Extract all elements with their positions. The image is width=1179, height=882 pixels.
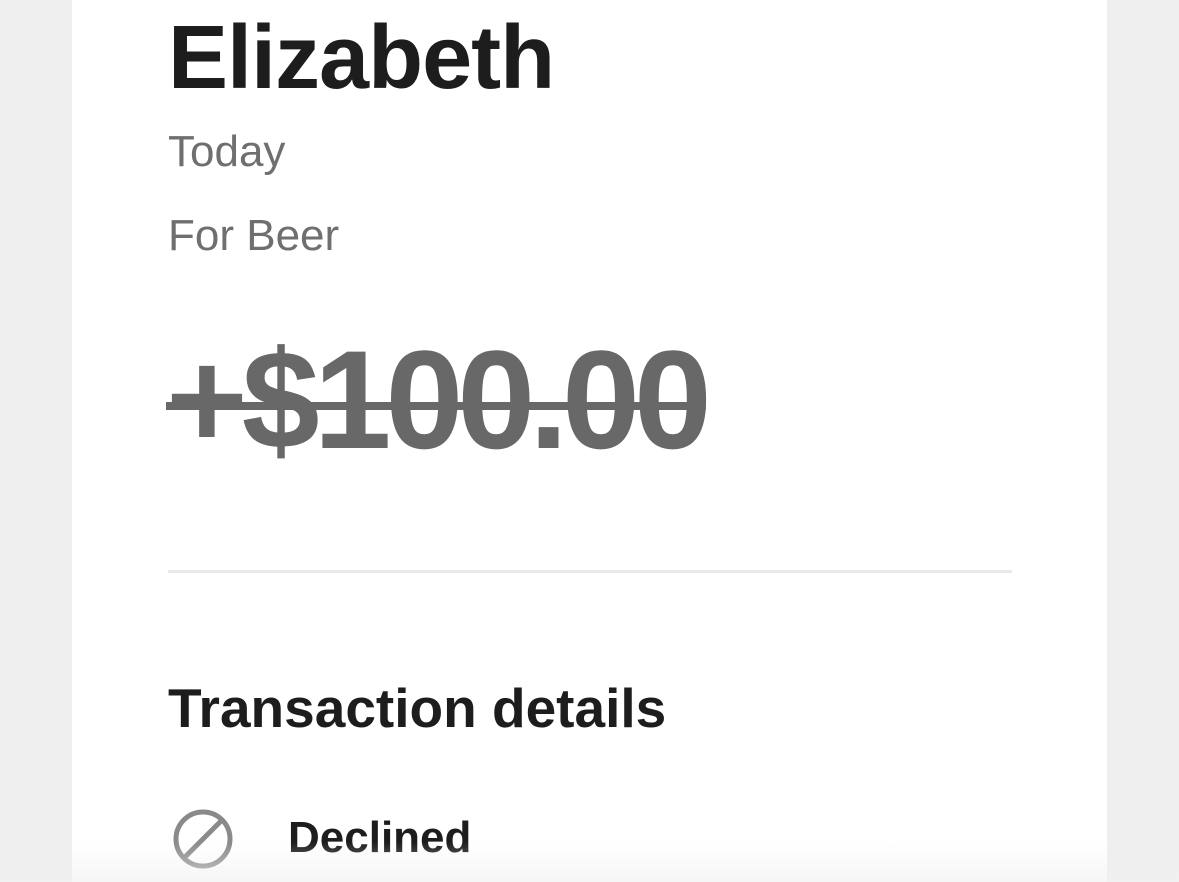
status-row: Declined [168,806,768,872]
transaction-card: Elizabeth Today For Beer +$100.00 Transa… [72,0,1107,882]
transaction-note: For Beer [168,211,340,260]
transaction-date: Today [168,127,286,176]
status-label: Declined [288,813,472,862]
counterparty-name: Elizabeth [168,8,555,108]
transaction-amount: +$100.00 [166,321,712,478]
divider [168,570,1012,573]
prohibited-icon [172,808,234,870]
section-title-transaction-details: Transaction details [168,677,667,739]
